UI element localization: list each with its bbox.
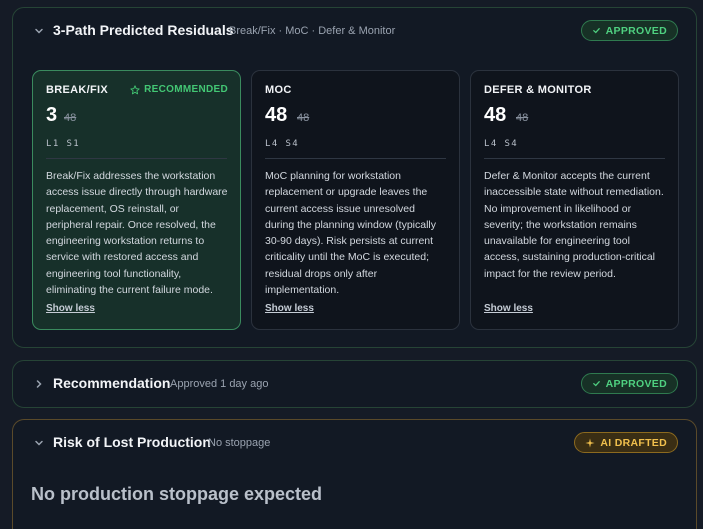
chevron-down-icon[interactable] [32, 24, 46, 38]
approved-badge-label: APPROVED [605, 24, 667, 37]
recommendation-subtitle: Approved 1 day ago [170, 378, 269, 390]
residual-score: 48 [265, 104, 288, 126]
residuals-title: 3-Path Predicted Residuals [53, 22, 234, 38]
risk-title: Risk of Lost Production [53, 434, 211, 450]
recommendation-header[interactable]: Recommendation Approved 1 day ago APPROV… [13, 361, 696, 407]
previous-score: 48 [297, 112, 310, 124]
star-icon [130, 84, 140, 94]
residuals-panel: 3-Path Predicted Residuals Break/Fix · M… [12, 7, 697, 348]
check-icon [592, 28, 600, 34]
risk-panel: Risk of Lost Production No stoppage AI D… [12, 419, 697, 529]
path-card-break-fix: BREAK/FIX RECOMMENDED 3 48 L1 S1 Break/F… [32, 70, 241, 330]
path-name: MOC [265, 84, 292, 96]
show-less-link[interactable]: Show less [265, 303, 314, 314]
residual-score: 3 [46, 104, 58, 126]
approved-badge-label: APPROVED [605, 377, 667, 390]
path-name: BREAK/FIX [46, 84, 108, 96]
approved-badge: APPROVED [580, 373, 678, 394]
show-less-link[interactable]: Show less [484, 303, 533, 314]
path-name: DEFER & MONITOR [484, 84, 592, 96]
chevron-right-icon[interactable] [32, 377, 46, 391]
previous-score: 48 [64, 112, 77, 124]
ai-drafted-label: AI DRAFTED [600, 436, 667, 449]
path-description: MoC planning for workstation replacement… [265, 170, 437, 297]
risk-header[interactable]: Risk of Lost Production No stoppage AI D… [13, 420, 696, 466]
path-card-moc: MOC 48 48 L4 S4 MoC planning for worksta… [251, 70, 460, 330]
chevron-down-icon[interactable] [32, 436, 46, 450]
divider [484, 158, 665, 159]
approved-badge: APPROVED [580, 20, 678, 41]
likelihood-severity: L1 S1 [46, 139, 81, 149]
recommended-label: RECOMMENDED [144, 84, 228, 95]
likelihood-severity: L4 S4 [265, 139, 300, 149]
path-description: Break/Fix addresses the workstation acce… [46, 170, 228, 297]
previous-score: 48 [516, 112, 529, 124]
path-description: Defer & Monitor accepts the current inac… [484, 170, 664, 280]
divider [46, 158, 227, 159]
residuals-header[interactable]: 3-Path Predicted Residuals Break/Fix · M… [13, 8, 696, 54]
path-card-defer-monitor: DEFER & MONITOR 48 48 L4 S4 Defer & Moni… [470, 70, 679, 330]
recommendation-panel[interactable]: Recommendation Approved 1 day ago APPROV… [12, 360, 697, 408]
show-less-link[interactable]: Show less [46, 303, 95, 314]
likelihood-severity: L4 S4 [484, 139, 519, 149]
recommended-tag: RECOMMENDED [130, 84, 228, 95]
sparkle-icon [585, 437, 595, 448]
residual-score: 48 [484, 104, 507, 126]
production-impact-summary: No production stoppage expected [31, 484, 323, 504]
ai-drafted-badge: AI DRAFTED [574, 432, 678, 453]
divider [265, 158, 446, 159]
risk-subtitle: No stoppage [208, 437, 271, 449]
residuals-subtitle: Break/Fix · MoC · Defer & Monitor [229, 25, 396, 37]
check-icon [592, 381, 600, 387]
recommendation-title: Recommendation [53, 375, 171, 391]
